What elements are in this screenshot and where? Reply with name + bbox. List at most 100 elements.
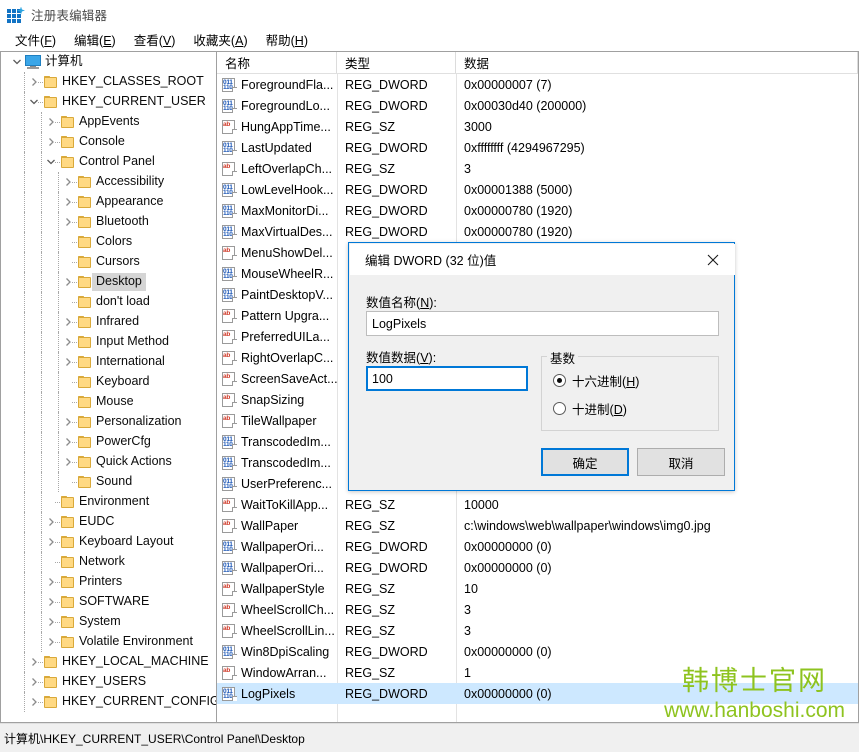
tree-item-network[interactable]: Network — [1, 552, 216, 572]
tree-item-sound[interactable]: Sound — [1, 472, 216, 492]
tree-item-mouse[interactable]: Mouse — [1, 392, 216, 412]
title-bar: 注册表编辑器 — [0, 0, 859, 29]
table-row[interactable]: abHungAppTime...REG_SZ3000 — [217, 116, 858, 137]
value-name: MenuShowDel... — [241, 246, 333, 260]
tree-item-accessibility[interactable]: Accessibility — [1, 172, 216, 192]
tree-item-hkey-users[interactable]: HKEY_USERS — [1, 672, 216, 692]
table-row[interactable]: 011110LogPixelsREG_DWORD0x00000000 (0) — [217, 683, 858, 704]
column-header-data[interactable]: 数据 — [456, 52, 858, 73]
tree-item-label: HKEY_CLASSES_ROOT — [58, 73, 208, 91]
table-row[interactable]: abWaitToKillApp...REG_SZ10000 — [217, 494, 858, 515]
cancel-button[interactable]: 取消 — [637, 448, 725, 476]
table-row[interactable]: abWallpaperStyleREG_SZ10 — [217, 578, 858, 599]
tree-item-[interactable]: 计算机 — [1, 52, 216, 72]
registry-tree-pane[interactable]: 计算机HKEY_CLASSES_ROOTHKEY_CURRENT_USERApp… — [0, 51, 216, 723]
tree-item-eudc[interactable]: EUDC — [1, 512, 216, 532]
tree-connector — [41, 452, 42, 472]
table-row[interactable]: 011110ForegroundLo...REG_DWORD0x00030d40… — [217, 95, 858, 116]
tree-item-volatile-environment[interactable]: Volatile Environment — [1, 632, 216, 652]
cell-name: 011110LowLevelHook... — [217, 179, 337, 200]
tree-connector — [24, 532, 25, 552]
cell-data: 3 — [456, 599, 858, 620]
tree-connector — [41, 552, 42, 572]
folder-icon — [77, 392, 93, 412]
table-row[interactable]: abWheelScrollLin...REG_SZ3 — [217, 620, 858, 641]
menu-favorites[interactable]: 收藏夹(A) — [184, 28, 256, 52]
tree-connector — [58, 352, 59, 372]
tree-connector — [41, 372, 42, 392]
table-row[interactable]: abLeftOverlapCh...REG_SZ3 — [217, 158, 858, 179]
cell-name: abScreenSaveAct... — [217, 368, 337, 389]
column-header-name[interactable]: 名称 — [217, 52, 337, 73]
tree-item-colors[interactable]: Colors — [1, 232, 216, 252]
tree-item-infrared[interactable]: Infrared — [1, 312, 216, 332]
menu-edit[interactable]: 编辑(E) — [65, 28, 125, 52]
tree-item-keyboard[interactable]: Keyboard — [1, 372, 216, 392]
tree-item-software[interactable]: SOFTWARE — [1, 592, 216, 612]
menu-help[interactable]: 帮助(H) — [257, 28, 317, 52]
tree-item-control-panel[interactable]: Control Panel — [1, 152, 216, 172]
tree-item-don-t-load[interactable]: don't load — [1, 292, 216, 312]
tree-connector — [41, 312, 42, 332]
value-name: PaintDesktopV... — [241, 288, 333, 302]
tree-connector — [58, 232, 59, 252]
computer-icon — [25, 52, 41, 72]
value-name-input[interactable] — [366, 311, 719, 336]
dword-value-icon: 011110 — [222, 561, 237, 575]
tree-item-environment[interactable]: Environment — [1, 492, 216, 512]
tree-item-hkey-current-config[interactable]: HKEY_CURRENT_CONFIG — [1, 692, 216, 712]
table-row[interactable]: 011110WallpaperOri...REG_DWORD0x00000000… — [217, 557, 858, 578]
string-value-icon: ab — [222, 498, 237, 512]
tree-item-input-method[interactable]: Input Method — [1, 332, 216, 352]
cell-data: c:\windows\web\wallpaper\windows\img0.jp… — [456, 515, 858, 536]
value-name: WheelScrollCh... — [241, 603, 334, 617]
table-row[interactable]: 011110LowLevelHook...REG_DWORD0x00001388… — [217, 179, 858, 200]
table-row[interactable]: abWheelScrollCh...REG_SZ3 — [217, 599, 858, 620]
tree-item-keyboard-layout[interactable]: Keyboard Layout — [1, 532, 216, 552]
table-row[interactable]: 011110Win8DpiScalingREG_DWORD0x00000000 … — [217, 641, 858, 662]
column-header-type[interactable]: 类型 — [337, 52, 456, 73]
folder-icon — [77, 252, 93, 272]
value-name: ScreenSaveAct... — [241, 372, 337, 386]
chevron-down-icon[interactable] — [9, 52, 25, 72]
dword-value-icon: 011110 — [222, 687, 237, 701]
tree-item-cursors[interactable]: Cursors — [1, 252, 216, 272]
value-data-input[interactable] — [366, 366, 528, 391]
registry-tree[interactable]: 计算机HKEY_CLASSES_ROOTHKEY_CURRENT_USERApp… — [1, 52, 216, 722]
tree-connector — [24, 172, 25, 192]
tree-item-hkey-local-machine[interactable]: HKEY_LOCAL_MACHINE — [1, 652, 216, 672]
table-row[interactable]: abWallPaperREG_SZc:\windows\web\wallpape… — [217, 515, 858, 536]
menu-view[interactable]: 查看(V) — [125, 28, 185, 52]
tree-item-quick-actions[interactable]: Quick Actions — [1, 452, 216, 472]
table-row[interactable]: 011110WallpaperOri...REG_DWORD0x00000000… — [217, 536, 858, 557]
table-row[interactable]: 011110ForegroundFla...REG_DWORD0x0000000… — [217, 74, 858, 95]
cell-name: abWindowArran... — [217, 662, 337, 683]
tree-connector — [41, 192, 42, 212]
tree-item-appearance[interactable]: Appearance — [1, 192, 216, 212]
tree-item-bluetooth[interactable]: Bluetooth — [1, 212, 216, 232]
tree-item-printers[interactable]: Printers — [1, 572, 216, 592]
radio-hexadecimal[interactable]: 十六进制(H) — [553, 371, 639, 390]
table-row[interactable]: 011110LastUpdatedREG_DWORD0xffffffff (42… — [217, 137, 858, 158]
tree-item-hkey-classes-root[interactable]: HKEY_CLASSES_ROOT — [1, 72, 216, 92]
tree-item-hkey-current-user[interactable]: HKEY_CURRENT_USER — [1, 92, 216, 112]
cell-name: 011110LastUpdated — [217, 137, 337, 158]
radio-decimal[interactable]: 十进制(D) — [553, 399, 627, 418]
tree-item-appevents[interactable]: AppEvents — [1, 112, 216, 132]
tree-item-console[interactable]: Console — [1, 132, 216, 152]
table-row[interactable]: abWindowArran...REG_SZ1 — [217, 662, 858, 683]
tree-item-personalization[interactable]: Personalization — [1, 412, 216, 432]
ok-button[interactable]: 确定 — [541, 448, 629, 476]
tree-connector — [24, 352, 25, 372]
tree-item-powercfg[interactable]: PowerCfg — [1, 432, 216, 452]
menu-bar: 文件(F) 编辑(E) 查看(V) 收藏夹(A) 帮助(H) — [0, 29, 859, 51]
menu-file[interactable]: 文件(F) — [6, 28, 65, 52]
cell-name: 011110WallpaperOri... — [217, 536, 337, 557]
tree-item-system[interactable]: System — [1, 612, 216, 632]
tree-item-international[interactable]: International — [1, 352, 216, 372]
table-row[interactable]: 011110MaxVirtualDes...REG_DWORD0x0000078… — [217, 221, 858, 242]
tree-item-desktop[interactable]: Desktop — [1, 272, 216, 292]
close-icon[interactable] — [691, 244, 735, 275]
tree-item-label: Sound — [92, 473, 136, 491]
table-row[interactable]: 011110MaxMonitorDi...REG_DWORD0x00000780… — [217, 200, 858, 221]
